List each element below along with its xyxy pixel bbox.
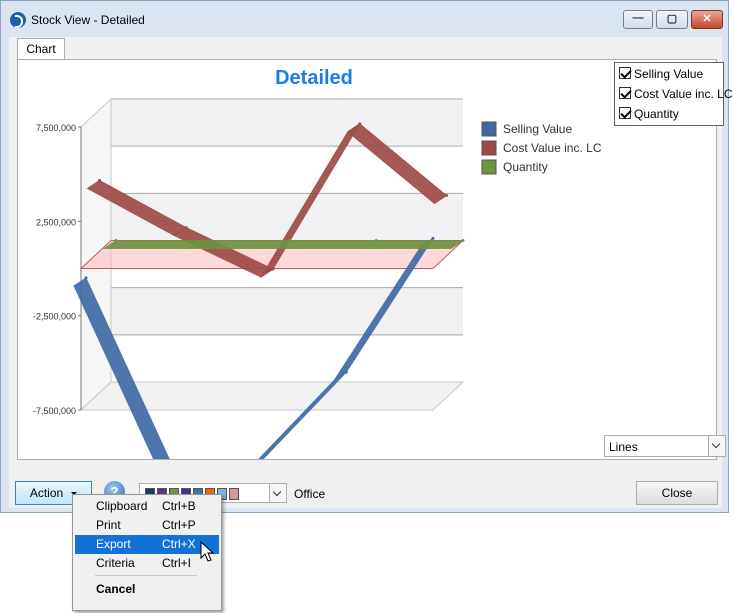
data-point xyxy=(461,238,465,242)
data-point xyxy=(98,178,101,182)
toggle-label: Cost Value inc. LC xyxy=(634,87,733,101)
menu-item-label: Clipboard xyxy=(96,499,148,513)
window-title: Stock View - Detailed xyxy=(31,13,145,27)
data-point xyxy=(431,236,435,240)
wall-band xyxy=(111,99,463,147)
palette-name: Office xyxy=(294,487,326,501)
menu-item-label: Export xyxy=(96,537,131,551)
legend-swatch xyxy=(481,140,497,156)
chevron-down-icon[interactable] xyxy=(269,484,286,502)
data-point xyxy=(358,122,362,126)
y-tick-label: 2,500,000 xyxy=(36,217,76,227)
close-window-button[interactable]: ✕ xyxy=(691,10,723,29)
close-button[interactable]: Close xyxy=(636,481,718,505)
series-toggle-box: Selling Value Cost Value inc. LC Quantit… xyxy=(614,62,733,126)
menu-item-shortcut: Ctrl+I xyxy=(162,556,192,570)
tab-chart[interactable]: Chart xyxy=(17,38,65,60)
chevron-down-icon[interactable] xyxy=(708,436,725,456)
wall-band xyxy=(111,334,463,382)
menu-item-shortcut: Ctrl+B xyxy=(162,499,196,513)
data-point xyxy=(114,238,118,242)
data-point xyxy=(271,267,275,271)
menu-item-criteria[interactable]: Criteria Ctrl+I xyxy=(75,554,219,573)
wall-band xyxy=(111,287,463,335)
toggle-label: Quantity xyxy=(634,107,679,121)
palette-swatch xyxy=(229,488,239,500)
checkbox-checked-icon[interactable] xyxy=(619,67,631,79)
chart-type-select[interactable]: Lines xyxy=(604,435,726,457)
chart-area: Detailed 7,500,000 2,500,000 -2,500,000 -7,5… xyxy=(33,67,602,459)
menu-item-clipboard[interactable]: Clipboard Ctrl+B xyxy=(75,497,219,516)
y-tick-label: -2,500,000 xyxy=(33,312,76,322)
maximize-button[interactable]: ▢ xyxy=(656,10,688,29)
series-ribbon-segment xyxy=(102,239,205,249)
menu-item-label: Print xyxy=(96,518,121,532)
checkbox-checked-icon[interactable] xyxy=(619,107,631,119)
series-ribbon-segment xyxy=(275,239,378,249)
y-tick-label: -7,500,000 xyxy=(33,406,76,416)
action-label: Action xyxy=(29,486,64,500)
legend-swatch xyxy=(481,159,497,175)
chart-panel: Detailed 7,500,000 2,500,000 -2,500,000 -7,5… xyxy=(17,59,733,460)
menu-item-cancel[interactable]: Cancel xyxy=(75,580,219,599)
legend-label: Cost Value inc. LC xyxy=(503,141,602,155)
minimize-icon: — xyxy=(632,12,644,24)
stock-view-window: Stock View - Detailed — ▢ ✕ Chart Detail… xyxy=(0,0,733,513)
menu-item-label: Criteria xyxy=(96,556,135,570)
menu-item-export[interactable]: Export Ctrl+X xyxy=(75,535,219,554)
data-point xyxy=(288,238,291,242)
mouse-cursor-icon xyxy=(200,541,215,562)
menu-item-shortcut: Ctrl+X xyxy=(162,537,196,551)
menu-item-shortcut: Ctrl+P xyxy=(162,518,196,532)
title-bar[interactable]: Stock View - Detailed — ▢ ✕ xyxy=(1,1,728,37)
y-tick-label: 7,500,000 xyxy=(36,123,76,133)
data-point xyxy=(445,194,448,198)
legend-swatch xyxy=(481,121,497,137)
minimize-button[interactable]: — xyxy=(623,10,653,29)
data-point xyxy=(344,370,348,374)
chart-type-value: Lines xyxy=(609,440,638,454)
series-ribbon-segment xyxy=(189,239,292,249)
menu-item-label: Cancel xyxy=(96,582,136,596)
checkbox-checked-icon[interactable] xyxy=(619,87,631,99)
toggle-label: Selling Value xyxy=(634,67,704,81)
data-point xyxy=(201,238,205,242)
maximize-icon: ▢ xyxy=(666,13,678,25)
data-point xyxy=(84,276,88,280)
close-icon: ✕ xyxy=(702,13,712,25)
menu-separator xyxy=(95,575,197,576)
client-area: Chart Detailed 7,500,000 2,500,000 -2,500,0… xyxy=(9,37,733,508)
data-point xyxy=(184,226,188,230)
chart-title: Detailed xyxy=(275,67,353,89)
menu-item-print[interactable]: Print Ctrl+P xyxy=(75,516,219,535)
data-point xyxy=(374,238,378,242)
legend-label: Quantity xyxy=(503,160,548,174)
legend-label: Selling Value xyxy=(503,122,572,136)
series-ribbon-segment xyxy=(362,239,465,249)
app-logo-icon xyxy=(10,12,26,28)
